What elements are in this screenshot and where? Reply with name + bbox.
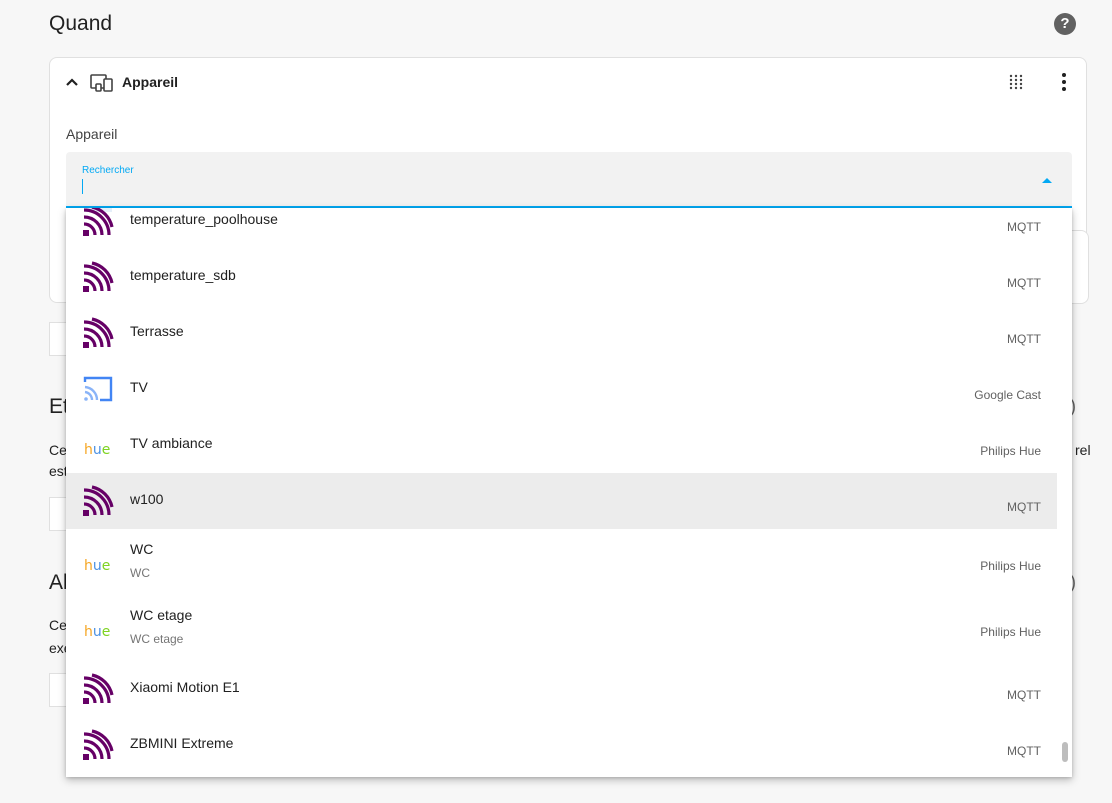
list-item[interactable]: temperature_poolhouse MQTT <box>66 208 1057 249</box>
mqtt-icon <box>82 485 114 517</box>
device-integration: Philips Hue <box>980 625 1041 639</box>
conditions-text-fragment-2: est <box>49 463 68 479</box>
device-dropdown-list[interactable]: temperature_poolhouse MQTT temperature_sd… <box>66 208 1072 777</box>
list-item[interactable]: hue WC WC Philips Hue <box>66 529 1057 595</box>
hue-icon: hue <box>84 558 111 574</box>
mqtt-icon <box>82 261 114 293</box>
device-search-input[interactable]: Rechercher <box>66 152 1072 208</box>
device-name: TV ambiance <box>130 435 213 451</box>
device-area: WC <box>130 566 150 580</box>
list-item[interactable]: w100 MQTT <box>66 473 1057 529</box>
device-name: w100 <box>130 491 164 507</box>
search-label: Rechercher <box>82 165 134 176</box>
device-name: WC <box>130 541 154 557</box>
conditions-text-fragment: Ce <box>49 442 67 458</box>
list-item[interactable]: temperature_sdb MQTT <box>66 249 1057 305</box>
mqtt-icon <box>82 673 114 705</box>
actions-heading-fragment: Al <box>49 571 68 594</box>
device-name: Terrasse <box>130 323 184 339</box>
list-item[interactable]: TV Google Cast <box>66 361 1057 417</box>
list-item[interactable]: hue WC etage WC etage Philips Hue <box>66 595 1057 661</box>
dropdown-arrow-up-icon[interactable] <box>1042 178 1052 183</box>
device-integration: Google Cast <box>974 388 1041 402</box>
actions-text-fragment: Ce <box>49 617 67 633</box>
mqtt-icon <box>82 208 114 237</box>
mqtt-icon <box>82 317 114 349</box>
list-item[interactable]: Terrasse MQTT <box>66 305 1057 361</box>
device-integration: Philips Hue <box>980 444 1041 458</box>
list-item[interactable]: ZBMINI Extreme MQTT <box>66 717 1057 773</box>
hue-icon: hue <box>84 442 111 458</box>
list-item[interactable]: Xiaomi Motion E1 MQTT <box>66 661 1057 717</box>
list-item[interactable]: hue TV ambiance Philips Hue <box>66 417 1057 473</box>
field-label: Appareil <box>66 126 118 142</box>
device-name: ZBMINI Extreme <box>130 735 234 751</box>
device-name: TV <box>130 379 148 395</box>
device-name: temperature_poolhouse <box>130 211 278 227</box>
device-name: temperature_sdb <box>130 267 236 283</box>
device-integration: Philips Hue <box>980 559 1041 573</box>
device-integration: MQTT <box>1007 220 1041 234</box>
device-integration: MQTT <box>1007 744 1041 758</box>
cast-icon <box>82 373 114 405</box>
device-name: Xiaomi Motion E1 <box>130 679 240 695</box>
chevron-up-icon[interactable] <box>64 74 80 90</box>
drag-handle-icon[interactable] <box>1008 74 1024 90</box>
device-integration: MQTT <box>1007 276 1041 290</box>
conditions-text-trail: rel <box>1075 442 1091 458</box>
hue-icon: hue <box>84 624 111 640</box>
device-integration: MQTT <box>1007 688 1041 702</box>
card-title: Appareil <box>122 74 179 90</box>
devices-icon <box>90 74 113 92</box>
help-icon[interactable]: ? <box>1054 13 1076 35</box>
text-caret <box>82 179 83 194</box>
more-vertical-icon[interactable] <box>1056 72 1072 92</box>
mqtt-icon <box>82 729 114 761</box>
device-integration: MQTT <box>1007 332 1041 346</box>
card-header[interactable]: Appareil <box>50 58 1086 108</box>
scrollbar-thumb[interactable] <box>1062 742 1068 762</box>
device-name: WC etage <box>130 607 193 623</box>
device-area: WC etage <box>130 632 184 646</box>
card-edge-fragment <box>1072 230 1089 304</box>
device-integration: MQTT <box>1007 500 1041 514</box>
section-title: Quand <box>49 12 113 35</box>
